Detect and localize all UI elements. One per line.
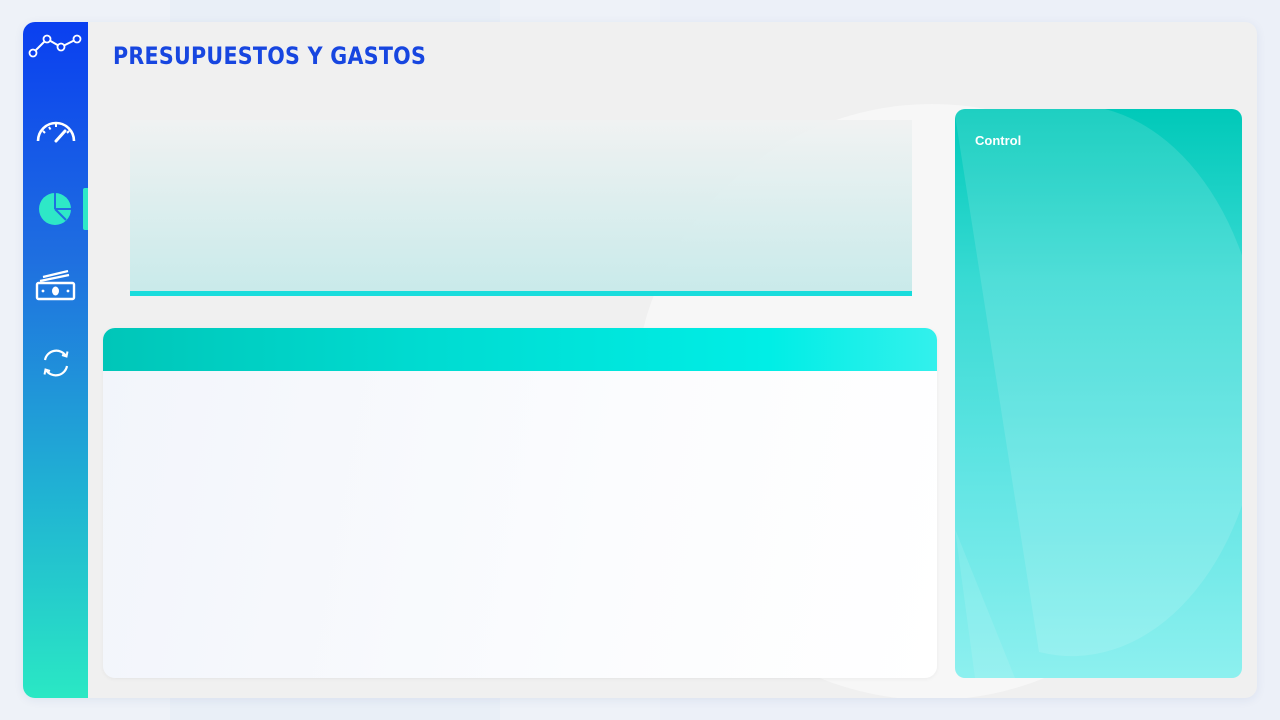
page-title: PRESUPUESTOS Y GASTOS bbox=[113, 42, 427, 70]
chart-panel bbox=[130, 120, 912, 296]
data-table-card bbox=[103, 328, 937, 678]
speedometer-icon bbox=[35, 119, 77, 145]
sidebar bbox=[23, 22, 88, 698]
table-header bbox=[103, 328, 937, 371]
control-panel-decoration bbox=[955, 109, 1242, 678]
app-window: PRESUPUESTOS Y GASTOS Control bbox=[23, 22, 1257, 698]
control-label: Control bbox=[975, 133, 1022, 148]
sidebar-item-budget[interactable] bbox=[23, 187, 88, 231]
money-icon bbox=[35, 270, 77, 302]
sidebar-item-expenses[interactable] bbox=[23, 264, 88, 308]
pie-chart-icon bbox=[38, 191, 74, 227]
active-indicator bbox=[83, 188, 88, 230]
line-chart-icon bbox=[28, 30, 84, 65]
control-panel: Control bbox=[955, 109, 1242, 678]
sidebar-item-dashboard[interactable] bbox=[23, 110, 88, 154]
sidebar-item-refresh[interactable] bbox=[23, 341, 88, 385]
panel-underline bbox=[130, 291, 912, 296]
refresh-icon bbox=[39, 346, 73, 380]
